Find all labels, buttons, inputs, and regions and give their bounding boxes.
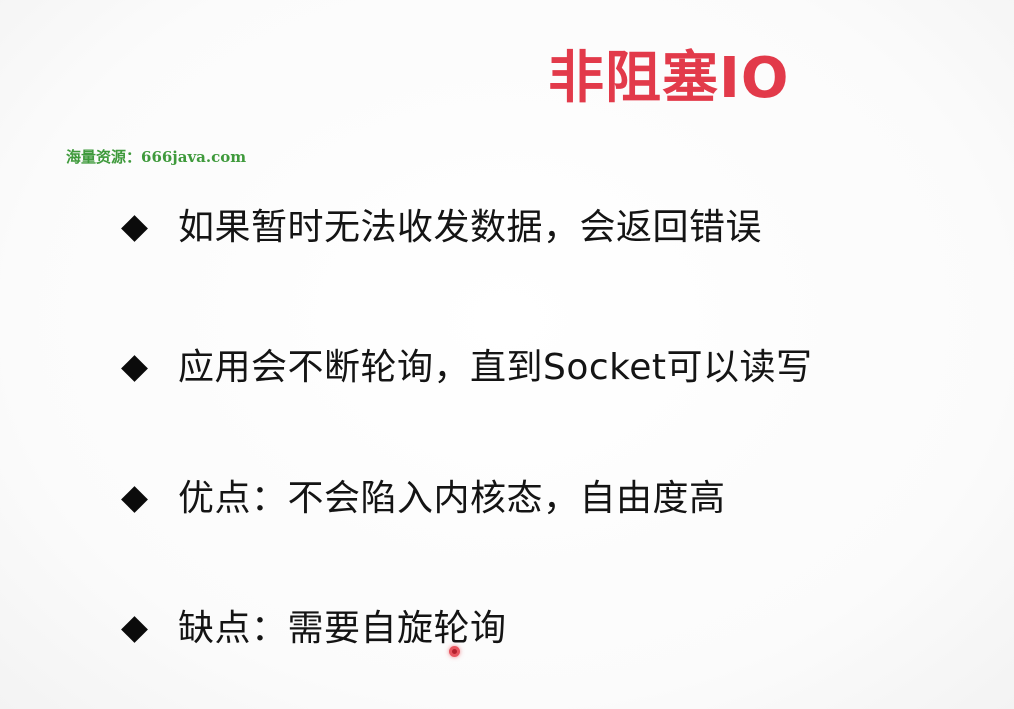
diamond-icon: [121, 214, 148, 242]
laser-pointer-icon: [449, 646, 460, 657]
bullet-item: 应用会不断轮询，直到Socket可以读写: [118, 340, 813, 396]
bullet-text: 优点：不会陷入内核态，自由度高: [178, 478, 726, 519]
watermark-text: 海量资源：666java.com: [66, 148, 247, 166]
bullet-item: 缺点：需要自旋轮询: [118, 601, 507, 657]
slide-title: 非阻塞IO: [548, 46, 790, 111]
diamond-icon: [121, 615, 148, 643]
bullet-item: 如果暂时无法收发数据，会返回错误: [118, 200, 762, 256]
diamond-icon: [121, 354, 148, 382]
bullet-text: 应用会不断轮询，直到Socket可以读写: [178, 347, 813, 388]
bullet-item: 优点：不会陷入内核态，自由度高: [118, 471, 726, 527]
bullet-text: 如果暂时无法收发数据，会返回错误: [178, 207, 763, 248]
diamond-icon: [121, 485, 148, 513]
slide: 非阻塞IO 海量资源：666java.com 如果暂时无法收发数据，会返回错误 …: [0, 0, 1014, 709]
